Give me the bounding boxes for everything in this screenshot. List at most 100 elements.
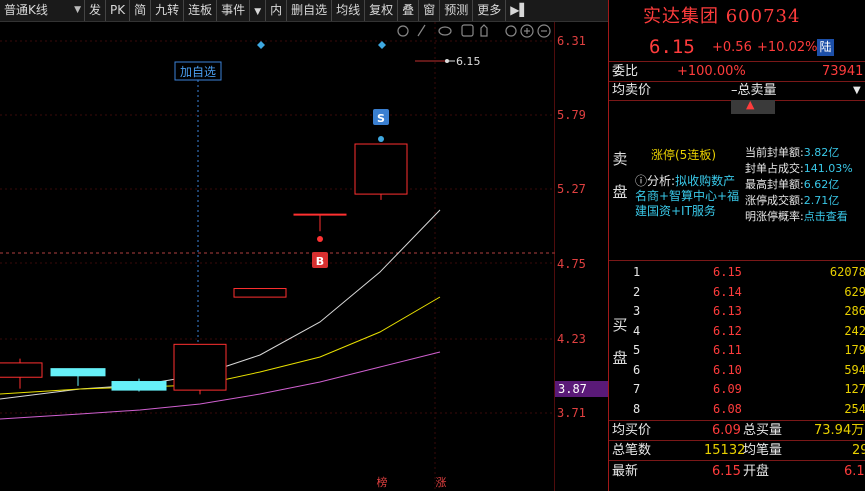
- bid-avg-value: 6.09: [712, 423, 741, 438]
- chart-tool-icons: [397, 24, 551, 38]
- bid-level-row[interactable]: 7 6.09 127: [609, 380, 865, 399]
- settings-icon[interactable]: [397, 25, 409, 37]
- candle-body[interactable]: [233, 288, 287, 298]
- pen-icon[interactable]: [417, 24, 426, 37]
- bid-book: 1 6.15 62078 2 6.14 629 3 6.13 286 4 6.12 242 5 6.11 1…: [609, 263, 865, 419]
- bottom-tag-bang[interactable]: 榜: [377, 475, 388, 489]
- bid-volume: 254: [844, 401, 865, 416]
- toolbar-button-lianban[interactable]: 连板: [184, 0, 218, 21]
- chevron-down-icon: ▼: [254, 7, 262, 17]
- stat-label: 涨停成交额:: [745, 194, 804, 207]
- candle-body[interactable]: [50, 368, 106, 377]
- open-label: 开盘: [743, 464, 770, 479]
- limit-prob-link[interactable]: 点击查看: [804, 210, 848, 223]
- sell-marker-dot: [378, 136, 384, 142]
- y-tick: 5.79: [557, 108, 586, 122]
- bid-level-row[interactable]: 1 6.15 62078: [609, 263, 865, 282]
- stat-row: 明涨停概率:点击查看: [745, 209, 865, 225]
- bid-level-row[interactable]: 2 6.14 629: [609, 283, 865, 302]
- bid-level: 1: [633, 265, 641, 279]
- toolbar-button-shijian[interactable]: 事件: [217, 0, 251, 21]
- analysis-block[interactable]: ⓘ分析:拟收购数产名商+智算中心+福建国资+IT服务: [635, 174, 747, 219]
- y-tick: 4.75: [557, 257, 586, 271]
- info-icon: ⓘ: [635, 174, 648, 188]
- trades-row: 总笔数 15132 均笔量 29: [609, 441, 865, 461]
- bid-level: 7: [633, 382, 641, 396]
- toolbar-button-ma[interactable]: 均线: [332, 0, 366, 21]
- price-change-pct: +10.02%: [757, 40, 818, 55]
- toolbar-button-pk[interactable]: PK: [106, 0, 131, 21]
- bottom-tag-zhang[interactable]: 涨: [436, 476, 447, 489]
- kline-type-select[interactable]: 普通K线 ▼: [0, 0, 85, 21]
- candle-body[interactable]: [293, 213, 347, 216]
- bid-price: 6.09: [713, 382, 742, 396]
- buy-marker-dot: [317, 236, 323, 242]
- avg-trade-value: 29: [852, 443, 865, 458]
- candle-body[interactable]: [173, 343, 227, 391]
- event-diamond-icon[interactable]: [257, 41, 265, 49]
- crop-icon[interactable]: [461, 24, 474, 37]
- bid-price: 6.11: [713, 343, 742, 357]
- sell-marker-label: S: [377, 112, 385, 125]
- stat-row: 封单占成交:141.03%: [745, 161, 865, 177]
- book-divider: [609, 260, 865, 261]
- add-watch-label: 加自选: [180, 65, 216, 79]
- collapse-button[interactable]: ▲: [731, 98, 775, 114]
- stat-label: 最高封单额:: [745, 178, 804, 191]
- bid-level-row[interactable]: 6 6.10 594: [609, 361, 865, 380]
- stat-value: 141.03%: [803, 162, 853, 175]
- event-diamond-icon[interactable]: [378, 41, 386, 49]
- bid-level-row[interactable]: 8 6.08 254: [609, 400, 865, 419]
- bid-volume: 629: [844, 284, 865, 299]
- sell-side-char: 盘: [612, 183, 628, 201]
- bid-level: 5: [633, 343, 641, 357]
- hand-icon[interactable]: [480, 24, 488, 37]
- toolbar-button-window[interactable]: 窗: [419, 0, 441, 21]
- quote-panel: 实达集团 600734 6.15 +0.56 +10.02% 陆 委比 +100…: [608, 0, 865, 491]
- eye-icon[interactable]: [438, 26, 452, 36]
- latest-value: 6.15: [712, 464, 741, 479]
- candle-body[interactable]: [354, 143, 408, 195]
- toolbar-button-jian[interactable]: 简: [130, 0, 152, 21]
- stat-label: 封单占成交:: [745, 162, 804, 175]
- latest-row: 最新 6.15 开盘 6.1: [609, 462, 865, 481]
- limit-up-badge: 涨停(5连板): [651, 148, 716, 162]
- toolbar-button-fa[interactable]: 发: [85, 0, 107, 21]
- magnify-icon[interactable]: [505, 25, 517, 37]
- stat-row: 涨停成交额:2.71亿: [745, 193, 865, 209]
- ask-avg-label: 均卖价: [612, 83, 652, 98]
- pin-icon[interactable]: ▶▌: [506, 0, 532, 21]
- toolbar-button-more[interactable]: 更多: [473, 0, 507, 21]
- toolbar-button-nei[interactable]: 内: [266, 0, 288, 21]
- sell-side-char: 卖: [612, 150, 628, 168]
- chevron-up-icon: ▲: [746, 98, 755, 111]
- bid-level-row[interactable]: 5 6.11 179: [609, 341, 865, 360]
- toolbar-button-overlay[interactable]: 叠: [398, 0, 420, 21]
- candle-body[interactable]: [111, 381, 167, 391]
- y-tick: 3.71: [557, 406, 586, 420]
- stat-label: 明涨停概率:: [745, 210, 804, 223]
- toolbar-button-delete-watch[interactable]: 删自选: [287, 0, 333, 21]
- bid-level: 2: [633, 284, 641, 299]
- stock-title: 实达集团 600734: [643, 6, 801, 27]
- bid-level-row[interactable]: 3 6.13 286: [609, 302, 865, 321]
- bid-level-row[interactable]: 4 6.12 242: [609, 322, 865, 341]
- stat-label: 当前封单额:: [745, 146, 804, 159]
- chevron-down-icon[interactable]: ▼: [853, 81, 861, 100]
- candle-body[interactable]: [0, 362, 43, 378]
- y-current-price: 3.87: [555, 381, 608, 397]
- bid-total-label: 总买量: [743, 423, 783, 438]
- price-change: +0.56: [712, 40, 752, 55]
- toolbar-button-fuquan[interactable]: 复权: [365, 0, 399, 21]
- bid-price: 6.13: [713, 304, 742, 318]
- y-tick: 4.23: [557, 332, 586, 346]
- trade-count-value: 15132: [704, 443, 746, 458]
- y-tick: 6.31: [557, 34, 586, 48]
- toolbar-dropdown[interactable]: ▼: [250, 0, 267, 21]
- bid-level: 8: [633, 401, 641, 416]
- toolbar-button-jiuzhuan[interactable]: 九转: [151, 0, 185, 21]
- toolbar-button-forecast[interactable]: 预测: [440, 0, 474, 21]
- sell-side-label: 卖 盘: [611, 148, 629, 204]
- kline-chart[interactable]: 加自选 6.15 S B 榜 涨: [0, 22, 555, 491]
- latest-label: 最新: [612, 464, 639, 479]
